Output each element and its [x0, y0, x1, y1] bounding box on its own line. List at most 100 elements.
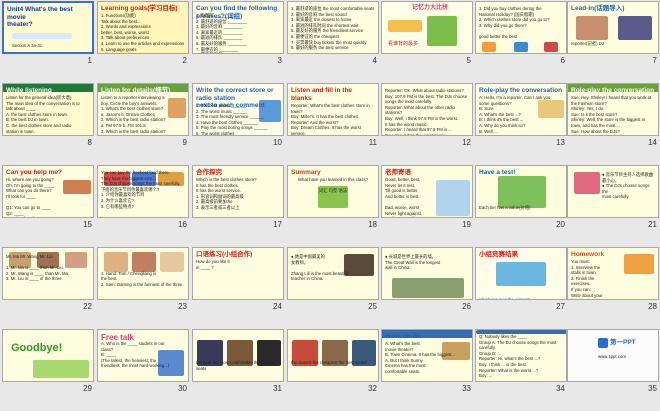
slide-title: Homework: [571, 251, 605, 258]
slide-preview[interactable]: While listening Listen for the general id…: [2, 83, 94, 136]
slide-thumbnail-22[interactable]: Mr. Ma Mr. Wang Mr. Liu 1. Mr. Ma is ___…: [1, 246, 95, 314]
slide-body-text: 1. Functions(功能) Talk about the best... …: [101, 13, 185, 53]
slide-picture: [12, 33, 72, 39]
slide-number: 20: [556, 220, 565, 229]
slide-body-text: Listen for the general idea(听大意) The mai…: [6, 95, 80, 134]
slide-number: 5: [466, 56, 471, 65]
slide-preview[interactable]: 第一PPT www.1ppt.com: [567, 329, 659, 382]
slide-preview[interactable]: Free talk A: Who is the ____ student in o…: [97, 329, 189, 382]
slide-body-text: ● 她是中国最美的 女教师。 Zhang Lili is the most be…: [291, 254, 350, 282]
slide-thumbnail-32[interactable]: the closest the cheapest the best sound 3…: [286, 328, 380, 396]
slide-thumbnail-19[interactable]: 老师寄语 Good, better, best, Never let it res…: [380, 164, 474, 232]
slide-body-text: A: Hello, I'm a reporter. Can I ask you …: [479, 95, 551, 134]
slide-preview[interactable]: You can buy the freshest food there. The…: [97, 165, 189, 218]
slide-preview[interactable]: Role-play the conversation A: Hello, I'm …: [475, 83, 567, 136]
slide-thumbnail-12[interactable]: Reporter: OK. What about radio stations?…: [380, 82, 474, 150]
slide-preview[interactable]: Mr. Ma Mr. Wang Mr. Liu 1. Mr. Ma is ___…: [2, 247, 94, 300]
slide-preview[interactable]: the best the most comfortable the bigges…: [192, 329, 284, 382]
slide-thumbnail-18[interactable]: Summary What have you learned in this cla…: [286, 164, 380, 232]
slide-thumbnail-20[interactable]: Have a test! Each tier has a value(价值) 20: [474, 164, 568, 232]
slide-preview[interactable]: the closest the cheapest the best sound: [287, 329, 379, 382]
slide-number: 12: [462, 138, 471, 147]
slide-body-text: 1. Hand: Tom / Chengliang is the best. 2…: [101, 270, 184, 287]
slide-number: 28: [648, 302, 657, 311]
slide-thumbnail-17[interactable]: 合作探究 Which is the best clothes store? It …: [191, 164, 285, 232]
slide-preview[interactable]: 1. Did you buy clothes during the Nation…: [475, 1, 567, 54]
slide-thumbnail-16[interactable]: You can buy the freshest food there. The…: [96, 164, 190, 232]
slide-thumbnail-10[interactable]: Write the correct store or radio station…: [191, 82, 285, 150]
slide-preview[interactable]: ● 长城是世界上最长的墙。 The Great Wall is the long…: [381, 247, 473, 300]
slide-thumbnail-1[interactable]: Unit4 What's the best movie theater? Sect…: [1, 0, 95, 68]
slide-body-text: Mr. Ma Mr. Wang Mr. Liu 1. Mr. Ma is ___…: [6, 254, 70, 282]
slide-thumbnail-28[interactable]: Homework You must: 1. Interview the stall…: [566, 246, 660, 314]
slide-title: Summary: [291, 169, 321, 176]
slide-preview[interactable]: Lead-in(话题导入) reporter(记者) DJ: [567, 1, 659, 54]
slide-thumbnail-21[interactable]: ● 音乐节目主持人选择歌曲 最小心。 ● The DJs choose song…: [566, 164, 660, 232]
slide-thumbnail-6[interactable]: 1. Did you buy clothes during the Nation…: [474, 0, 568, 68]
slide-body-text: You must: 1. Interview the stalls in tow…: [571, 259, 603, 299]
slide-thumbnail-31[interactable]: the best the most comfortable the bigges…: [191, 328, 285, 396]
slide-thumbnail-27[interactable]: 小组竞赛结果 which group is the winner? 27: [474, 246, 568, 314]
slide-preview[interactable]: Have a test! Each tier has a value(价值): [475, 165, 567, 218]
slide-picture: [392, 278, 464, 298]
slide-thumbnail-35[interactable]: 第一PPT www.1ppt.com 35: [566, 328, 660, 396]
slide-thumbnail-2[interactable]: Learning goals(学习目标) 1. Functions(功能) Tal…: [96, 0, 190, 68]
slide-thumbnail-30[interactable]: Free talk A: Who is the ____ student in o…: [96, 328, 190, 396]
slide-thumbnail-14[interactable]: Role-play the conversation Sue: Hey, Shir…: [566, 82, 660, 150]
slide-thumbnail-8[interactable]: While listening Listen for the general id…: [1, 82, 95, 150]
slide-preview[interactable]: 小组竞赛结果 which group is the winner?: [475, 247, 567, 300]
slide-preview[interactable]: 1. Hand: Tom / Chengliang is the best. 2…: [97, 247, 189, 300]
slide-thumbnail-33[interactable]: Work on 3a A. What's the best movie theat…: [380, 328, 474, 396]
slide-body-text: 1. Did you buy clothes during the Nation…: [479, 6, 550, 39]
slide-thumbnail-3[interactable]: Can you find the following phrases?(词组) 1…: [191, 0, 285, 68]
slide-title: Learning goals(学习目标): [101, 5, 178, 12]
slide-preview[interactable]: Work on 3a A. What's the best movie theat…: [381, 329, 473, 382]
slide-number: 31: [273, 384, 282, 393]
slide-preview[interactable]: Q: Nobody likes the ____ Group A: The DJ…: [475, 329, 567, 382]
slide-thumbnail-25[interactable]: ● 她是中国最美的 女教师。 Zhang Lili is the most be…: [286, 246, 380, 314]
slide-thumbnail-13[interactable]: Role-play the conversation A: Hello, I'm …: [474, 82, 568, 150]
slide-preview[interactable]: Listen and fill in the blanks Reporter: W…: [287, 83, 379, 136]
slide-picture: [388, 20, 422, 32]
slide-thumbnail-15[interactable]: Can you help me? Hi, where are you going?…: [1, 164, 95, 232]
slide-title: Unit4 What's the best movie theater?: [7, 6, 73, 28]
slide-body-text: Listen to a reporter interviewing a boy.…: [101, 95, 166, 135]
slide-body-text: Sue: Hey, Shirley! I heard that you work…: [571, 95, 652, 135]
slide-thumbnail-11[interactable]: Listen and fill in the blanks Reporter: W…: [286, 82, 380, 150]
slide-preview[interactable]: Can you help me? Hi, where are you going?…: [2, 165, 94, 218]
slide-thumbnail-7[interactable]: Lead-in(话题导入) reporter(记者) DJ 7: [566, 0, 660, 68]
slide-preview[interactable]: Homework You must: 1. Interview the stall…: [567, 247, 659, 300]
slide-preview[interactable]: ● 她是中国最美的 女教师。 Zhang Lili is the most be…: [287, 247, 379, 300]
slide-preview[interactable]: Can you find the following phrases?(词组) 1…: [192, 1, 284, 54]
slide-thumbnail-23[interactable]: 1. Hand: Tom / Chengliang is the best. 2…: [96, 246, 190, 314]
slide-preview[interactable]: Write the correct store or radio station…: [192, 83, 284, 136]
slide-preview[interactable]: 合作探究 Which is the best clothes store? It …: [192, 165, 284, 218]
slide-thumbnail-24[interactable]: 口语练习(小组合作) How do you like it in ____ ? 24: [191, 246, 285, 314]
slide-preview[interactable]: Role-play the conversation Sue: Hey, Shir…: [567, 83, 659, 136]
slide-body-text: ● 音乐节目主持人选择歌曲 最小心。 ● The DJs choose song…: [602, 172, 654, 200]
slide-number: 8: [87, 138, 92, 147]
slide-thumbnail-5[interactable]: 记忆力大比拼 看谁背的最多 5: [380, 0, 474, 68]
slide-thumbnail-9[interactable]: Listen for details(细节) Listen to a report…: [96, 82, 190, 150]
slide-preview[interactable]: Listen for details(细节) Listen to a report…: [97, 83, 189, 136]
slide-preview[interactable]: Learning goals(学习目标) 1. Functions(功能) Tal…: [97, 1, 189, 54]
slide-preview[interactable]: 1. 最舒适的座位 the most comfortable seats 2. …: [287, 1, 379, 54]
slide-preview[interactable]: ● 音乐节目主持人选择歌曲 最小心。 ● The DJs choose song…: [567, 165, 659, 218]
slide-number: 35: [648, 384, 657, 393]
slide-preview[interactable]: Reporter: OK. What about radio stations?…: [381, 83, 473, 136]
slide-preview[interactable]: Summary What have you learned in this cla…: [287, 165, 379, 218]
slide-thumbnail-4[interactable]: 1. 最舒适的座位 the most comfortable seats 2. …: [286, 0, 380, 68]
slide-preview[interactable]: Unit4 What's the best movie theater? Sect…: [2, 1, 94, 54]
slide-preview[interactable]: 老师寄语 Good, better, best, Never let it res…: [381, 165, 473, 218]
slide-number: 1: [87, 56, 92, 65]
slide-preview[interactable]: Goodbye!: [2, 329, 94, 382]
slide-thumbnail-26[interactable]: ● 长城是世界上最长的墙。 The Great Wall is the long…: [380, 246, 474, 314]
slide-preview[interactable]: 口语练习(小组合作) How do you like it in ____ ?: [192, 247, 284, 300]
slide-body-text: 1. 最舒适的座位 the most comfortable seats 2. …: [291, 6, 375, 51]
slide-thumbnail-29[interactable]: Goodbye! 29: [1, 328, 95, 396]
slide-preview[interactable]: 记忆力大比拼 看谁背的最多: [381, 1, 473, 54]
slide-picture: [598, 338, 608, 348]
slide-title: Have a test!: [479, 169, 516, 176]
slide-picture: [33, 360, 89, 378]
slide-thumbnail-34[interactable]: Q: Nobody likes the ____ Group A: The DJ…: [474, 328, 568, 396]
